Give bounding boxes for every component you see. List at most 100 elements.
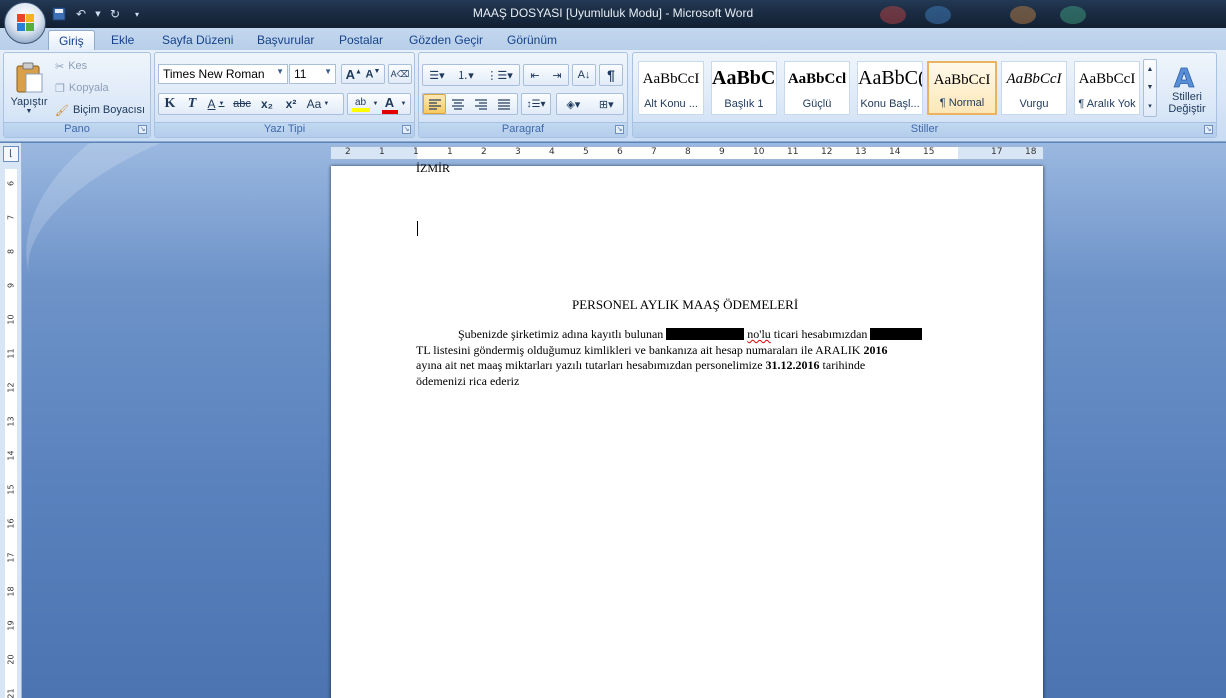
font-size-value: 11 bbox=[294, 67, 307, 81]
align-center-icon[interactable] bbox=[446, 94, 469, 114]
line-spacing-icon: ↕☰▾ bbox=[526, 98, 546, 110]
font-dialog-launcher[interactable]: ↘ bbox=[402, 125, 411, 134]
clipboard-dialog-launcher[interactable]: ↘ bbox=[138, 125, 147, 134]
ruler-tick-label: 1 bbox=[447, 147, 453, 157]
change-styles-icon: A bbox=[1174, 64, 1195, 91]
style-sample: AaBbCcl bbox=[787, 71, 847, 87]
tab-insert[interactable]: Ekle bbox=[101, 30, 144, 50]
vertical-ruler[interactable]: ⌊ 6 7 8 9 10 11 12 13 14 15 16 17 18 19 20 21 bbox=[0, 143, 22, 698]
style-title[interactable]: AaBbC( Konu Başl... bbox=[857, 61, 923, 115]
style-subtitle[interactable]: AaBbCcI Alt Konu ... bbox=[638, 61, 704, 115]
ruler-tick-label: 3 bbox=[515, 147, 521, 157]
doc-line-1: Şubenizde şirketimiz adına kayıtlı bulun… bbox=[458, 327, 923, 342]
change-styles-button[interactable]: A Stilleri Değiştir bbox=[1159, 57, 1215, 121]
doc-line-3: ayına ait net maaş miktarları yazılı tut… bbox=[416, 358, 865, 373]
bold-button[interactable]: K bbox=[159, 94, 181, 114]
chevron-down-icon[interactable]: ▼ bbox=[1147, 84, 1154, 91]
paste-button[interactable]: Yapıştır ▼ bbox=[6, 55, 52, 121]
doc-text: TL listesini göndermiş olduğumuz kimlikl… bbox=[416, 343, 861, 357]
ribbon-tabs: Giriş Ekle Sayfa Düzeni Başvurular Posta… bbox=[0, 28, 1226, 50]
doc-top-line: İZMİR bbox=[416, 161, 450, 175]
chevron-down-icon[interactable]: ▼ bbox=[401, 101, 407, 107]
increase-indent-icon[interactable]: ⇥ bbox=[552, 69, 561, 82]
chevron-down-icon[interactable]: ▼ bbox=[373, 101, 379, 107]
ruler-tick-label: 9 bbox=[6, 282, 16, 289]
superscript-button[interactable]: x² bbox=[279, 94, 303, 114]
underline-button[interactable]: A ▼ bbox=[203, 94, 229, 114]
shading-icon[interactable]: ◈▾ bbox=[566, 98, 580, 111]
ruler-tick-label: 13 bbox=[6, 416, 16, 427]
paragraph-group: ☰▾ ⒈▾ ⋮☰▾ ⇤ ⇥ A↓ ¶ ↕☰▾ ◈▾ ⊞▾ Paragraf ↘ bbox=[418, 52, 628, 138]
subscript-button[interactable]: x₂ bbox=[255, 94, 279, 114]
font-name-combo[interactable]: Times New Roman ▼ bbox=[158, 64, 288, 84]
style-strong[interactable]: AaBbCcl Güçlü bbox=[784, 61, 850, 115]
line-spacing-button[interactable]: ↕☰▾ bbox=[521, 93, 551, 115]
ruler-tick-label: 6 bbox=[617, 147, 623, 157]
style-no-spacing[interactable]: AaBbCcI ¶ Aralık Yok bbox=[1074, 61, 1140, 115]
paragraph-dialog-launcher[interactable]: ↘ bbox=[615, 125, 624, 134]
document-page[interactable]: İZMİR PERSONEL AYLIK MAAŞ ÖDEMELERİ Şube… bbox=[331, 161, 1043, 698]
font-name-value: Times New Roman bbox=[163, 67, 265, 81]
style-heading-1[interactable]: AaBbC( Başlık 1 bbox=[711, 61, 777, 115]
tab-page-layout[interactable]: Sayfa Düzeni bbox=[152, 30, 243, 50]
strikethrough-button[interactable]: abc bbox=[229, 94, 255, 114]
shading-border-toolbar: ◈▾ ⊞▾ bbox=[556, 93, 624, 115]
ruler-tick-label: 18 bbox=[6, 586, 16, 597]
justify-icon[interactable] bbox=[492, 94, 515, 114]
styles-gallery-scroll: ▲ ▼ ▾ bbox=[1143, 59, 1157, 117]
font-color-icon[interactable]: A bbox=[381, 95, 398, 114]
sort-button[interactable]: A↓ bbox=[572, 64, 596, 86]
more-styles-icon[interactable]: ▾ bbox=[1148, 102, 1152, 110]
change-case-label: Aa bbox=[306, 97, 322, 111]
italic-button[interactable]: T bbox=[181, 94, 203, 114]
grow-font-icon[interactable]: A▲ bbox=[346, 67, 362, 82]
change-case-button[interactable]: Aa ▼ bbox=[303, 94, 333, 114]
tab-review[interactable]: Gözden Geçir bbox=[399, 30, 493, 50]
save-icon[interactable] bbox=[50, 5, 68, 23]
doc-text: no'lu bbox=[747, 327, 771, 341]
highlight-icon[interactable]: ab bbox=[351, 97, 370, 112]
tab-home[interactable]: Giriş bbox=[48, 30, 95, 50]
redo-icon[interactable]: ↻ bbox=[106, 5, 124, 23]
style-emphasis[interactable]: AaBbCcI Vurgu bbox=[1001, 61, 1067, 115]
horizontal-ruler[interactable]: 2 1 1 1 2 3 4 5 6 7 8 9 10 11 12 13 14 15 17 18 bbox=[330, 146, 1044, 160]
shrink-font-icon[interactable]: A▼ bbox=[366, 68, 381, 81]
cut-button[interactable]: ✂ Kes bbox=[54, 57, 88, 75]
show-formatting-button[interactable]: ¶ bbox=[599, 64, 623, 86]
ruler-tick-label: 8 bbox=[6, 248, 16, 255]
style-normal[interactable]: AaBbCcI ¶ Normal bbox=[927, 61, 997, 115]
office-button[interactable] bbox=[4, 2, 46, 44]
title-bar: MAAŞ DOSYASI [Uyumluluk Modu] - Microsof… bbox=[0, 0, 1226, 28]
tab-references[interactable]: Başvurular bbox=[247, 30, 324, 50]
format-painter-button[interactable]: 🖌 Biçim Boyacısı bbox=[54, 101, 146, 119]
ruler-tick-label: 1 bbox=[379, 147, 385, 157]
tab-view[interactable]: Görünüm bbox=[497, 30, 567, 50]
tab-selector-icon[interactable]: ⌊ bbox=[3, 146, 19, 162]
ruler-tick-label: 6 bbox=[6, 180, 16, 187]
multilevel-list-icon[interactable]: ⋮☰▾ bbox=[486, 69, 512, 82]
office-logo-icon bbox=[17, 14, 35, 32]
bullets-icon[interactable]: ☰▾ bbox=[429, 69, 444, 82]
styles-dialog-launcher[interactable]: ↘ bbox=[1204, 125, 1213, 134]
align-left-icon[interactable] bbox=[423, 94, 446, 114]
align-right-icon[interactable] bbox=[469, 94, 492, 114]
chevron-down-icon: ▼ bbox=[276, 67, 284, 76]
indent-toolbar: ⇤ ⇥ bbox=[523, 64, 569, 86]
ruler-tick-label: 2 bbox=[481, 147, 487, 157]
paintbrush-icon: 🖌 bbox=[55, 104, 69, 117]
chevron-up-icon[interactable]: ▲ bbox=[1147, 66, 1154, 73]
tab-mailings[interactable]: Postalar bbox=[329, 30, 393, 50]
copy-button[interactable]: ❐ Kopyala bbox=[54, 79, 110, 97]
font-size-combo[interactable]: 11 ▼ bbox=[289, 64, 336, 84]
style-name: Başlık 1 bbox=[724, 98, 764, 110]
doc-line-4: ödemenizi rica ederiz bbox=[416, 374, 520, 388]
customize-qat-icon[interactable]: ▾ bbox=[128, 5, 146, 23]
undo-dropdown-icon[interactable]: ▼ bbox=[94, 5, 102, 23]
borders-icon[interactable]: ⊞▾ bbox=[599, 98, 614, 111]
pilcrow-icon: ¶ bbox=[607, 67, 615, 83]
clear-formatting-button[interactable]: A⌫ bbox=[388, 64, 412, 84]
grow-shrink-font-buttons[interactable]: A▲ A▼ bbox=[341, 64, 385, 84]
undo-icon[interactable]: ↶ bbox=[72, 5, 90, 23]
numbering-icon[interactable]: ⒈▾ bbox=[457, 67, 474, 83]
decrease-indent-icon[interactable]: ⇤ bbox=[530, 69, 539, 82]
